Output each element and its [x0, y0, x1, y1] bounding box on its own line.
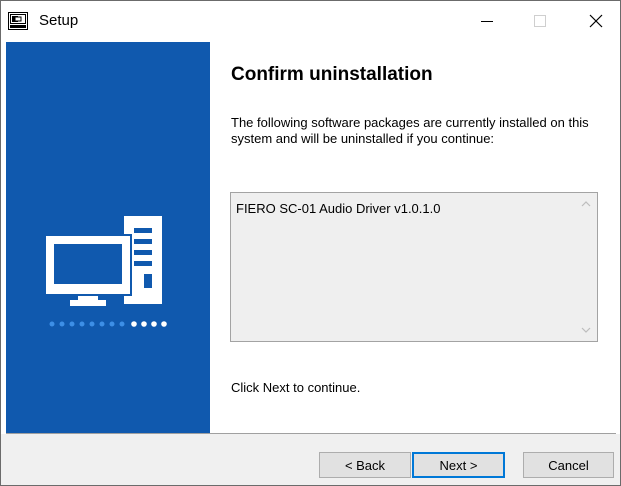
cancel-button[interactable]: Cancel: [523, 452, 614, 478]
setup-window: Setup Confirm uninstallation The followi…: [0, 0, 621, 486]
maximize-button[interactable]: [517, 1, 563, 41]
button-bar: < Back Next > Cancel: [1, 434, 620, 485]
side-banner: [6, 42, 210, 433]
close-button[interactable]: [573, 1, 619, 41]
back-button[interactable]: < Back: [319, 452, 411, 478]
scroll-up-arrow-icon[interactable]: [580, 197, 592, 211]
maximize-icon: [534, 15, 546, 27]
page-title: Confirm uninstallation: [231, 64, 433, 85]
next-button[interactable]: Next >: [412, 452, 505, 478]
package-list[interactable]: FIERO SC-01 Audio Driver v1.0.1.0: [230, 192, 598, 342]
main-content: Confirm uninstallation The following sof…: [210, 42, 620, 433]
list-item[interactable]: FIERO SC-01 Audio Driver v1.0.1.0: [236, 201, 440, 216]
window-title: Setup: [39, 12, 79, 29]
minimize-button[interactable]: [464, 1, 510, 41]
scroll-down-arrow-icon[interactable]: [580, 323, 592, 337]
computer-icon: [44, 216, 167, 327]
minimize-icon: [481, 21, 493, 22]
continue-hint: Click Next to continue.: [231, 380, 361, 395]
setup-app-icon: [8, 12, 28, 30]
title-bar[interactable]: Setup: [1, 1, 620, 41]
close-icon: [589, 14, 603, 28]
description-text: The following software packages are curr…: [231, 115, 589, 146]
